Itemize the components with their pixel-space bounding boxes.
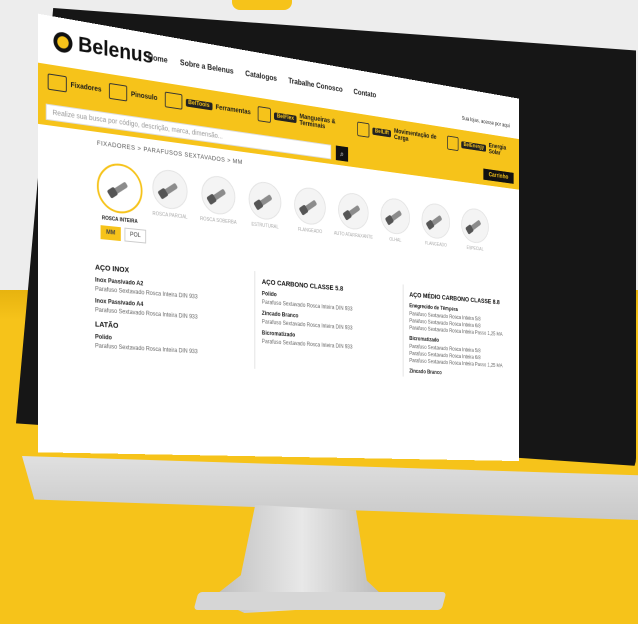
column-2: AÇO CARBONO CLASSE 5.8 Polido Parafuso S… xyxy=(254,271,386,376)
thumb-rosca-inteira[interactable]: ROSCA INTEIRA xyxy=(96,160,143,225)
category-bellift[interactable]: BelLift Movimentação de Carga xyxy=(356,121,442,148)
bolt-icon xyxy=(380,196,411,236)
tools-icon xyxy=(164,91,183,110)
category-label: Energia Solar xyxy=(488,142,507,157)
nav-trabalhe[interactable]: Trabalhe Conosco xyxy=(288,76,342,93)
forklift-icon xyxy=(356,121,370,138)
bolt-icon xyxy=(248,180,282,222)
category-label: Movimentação de Carga xyxy=(393,128,437,143)
solar-panel-icon xyxy=(447,135,459,152)
category-belenergy[interactable]: BelEnergy Energia Solar xyxy=(447,135,513,160)
hose-icon xyxy=(257,105,272,124)
brand-logo-icon xyxy=(53,30,73,55)
column-3: AÇO MÉDIO CARBONO CLASSE 8.8 Enegrecido … xyxy=(402,284,519,383)
thumb-olhal[interactable]: OLHAL xyxy=(380,196,411,254)
monitor: Belenus Home Sobre a Belenus Catalogos T… xyxy=(0,0,638,624)
bolt-icon xyxy=(294,185,326,227)
thumb-label: ROSCA SOBERBA xyxy=(200,216,237,226)
thumb-auto-atarraxante[interactable]: AUTO ATARRAXANTE xyxy=(334,191,373,249)
thumb-flangeado[interactable]: FLANGEADO xyxy=(293,185,326,245)
box-icon xyxy=(108,82,128,102)
category-beltools[interactable]: BelTools Ferramentas xyxy=(164,91,251,120)
unit-mm-button[interactable]: MM xyxy=(100,225,121,242)
thumb-label: ESTRUTURAL xyxy=(251,221,279,231)
thumb-label: ROSCA PARCIAL xyxy=(152,210,188,221)
bolt-icon xyxy=(461,206,489,245)
thumb-label: FLANGEADO xyxy=(424,240,447,249)
category-fixadores[interactable]: Fixadores xyxy=(47,73,102,97)
category-label: Ferramentas xyxy=(215,103,251,116)
category-badge: BelLift xyxy=(372,127,392,138)
screen-wrap: Belenus Home Sobre a Belenus Catalogos T… xyxy=(38,13,618,478)
unit-pol-button[interactable]: POL xyxy=(124,227,147,244)
nav-contato[interactable]: Contato xyxy=(353,87,376,99)
brand-logo[interactable]: Belenus xyxy=(53,29,153,70)
thumb-label: OLHAL xyxy=(389,236,402,244)
category-pinosulo[interactable]: Pinosulo xyxy=(108,82,158,106)
user-info[interactable]: Sua lojas, acesse por aqui xyxy=(462,116,510,129)
bolt-icon xyxy=(338,191,369,232)
category-label: Mangueiras & Terminais xyxy=(299,113,336,131)
thumb-flangeado-2[interactable]: FLANGEADO xyxy=(421,201,451,258)
thumb-especial[interactable]: ESPECIAL xyxy=(461,206,490,262)
bolt-icon xyxy=(421,201,451,241)
brand-name: Belenus xyxy=(78,32,154,69)
group-title: Zincado Branco xyxy=(409,368,442,377)
monitor-stand-base xyxy=(193,592,447,610)
category-badge: BelEnergy xyxy=(461,141,487,152)
bolt-icon xyxy=(201,174,236,217)
screen: Belenus Home Sobre a Belenus Catalogos T… xyxy=(38,13,519,462)
thumb-label: AUTO ATARRAXANTE xyxy=(333,230,373,241)
column-1: AÇO INOX Inox Passivado A2 Parafuso Sext… xyxy=(95,257,234,368)
category-label: Pinosulo xyxy=(130,90,158,102)
thumb-rosca-soberba[interactable]: ROSCA SOBERBA xyxy=(200,174,237,235)
section-title: LATÃO xyxy=(95,319,119,330)
thumb-label: ESPECIAL xyxy=(466,245,484,253)
bolt-icon xyxy=(96,160,143,216)
nav-sobre[interactable]: Sobre a Belenus xyxy=(180,58,234,76)
thumb-estrutural[interactable]: ESTRUTURAL xyxy=(248,180,282,240)
thumb-label: FLANGEADO xyxy=(297,226,323,236)
category-badge: BelFlex xyxy=(274,112,297,124)
nav-catalogos[interactable]: Catalogos xyxy=(245,69,277,83)
thumb-rosca-parcial[interactable]: ROSCA PARCIAL xyxy=(151,167,188,231)
bolt-icon xyxy=(152,167,188,211)
wrench-icon xyxy=(47,73,67,93)
category-label: Fixadores xyxy=(70,81,102,94)
search-icon[interactable]: ⌕ xyxy=(335,145,349,162)
category-badge: BelTools xyxy=(185,98,213,111)
cart-button[interactable]: Carrinho xyxy=(483,168,514,184)
